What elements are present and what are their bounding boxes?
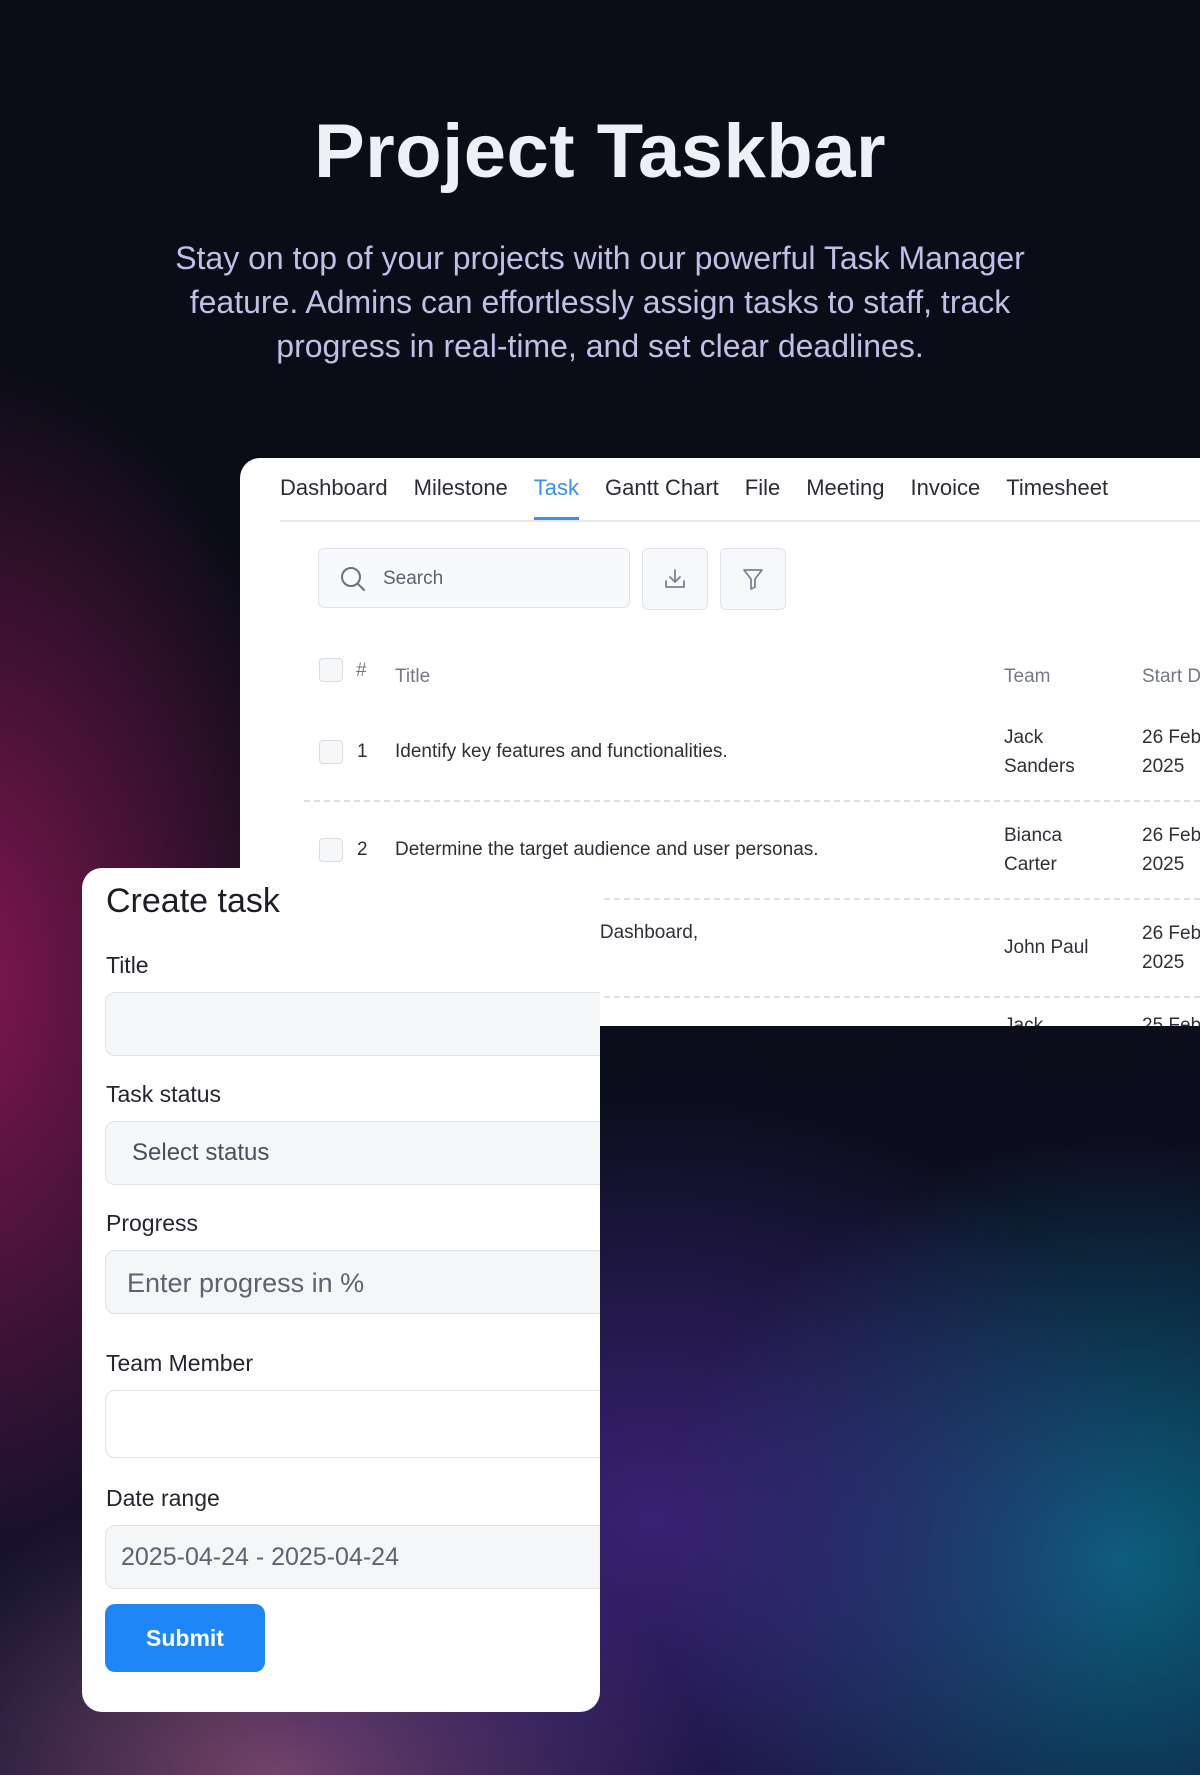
task-team: Jack Sanders (1004, 723, 1075, 781)
task-title: Determine the target audience and user p… (395, 839, 819, 860)
row-number: 1 (357, 741, 368, 762)
tab-meeting[interactable]: Meeting (806, 475, 884, 520)
date-range-field[interactable]: 2025-04-24 - 2025-04-24 (105, 1525, 600, 1589)
date-line: 26 Feb (1142, 825, 1200, 846)
page-subtitle: Stay on top of your projects with our po… (120, 236, 1080, 368)
date-range-value: 2025-04-24 - 2025-04-24 (121, 1543, 399, 1571)
team-line: Bianca (1004, 825, 1063, 846)
title-label: Title (106, 952, 149, 978)
task-status-label: Task status (106, 1081, 222, 1107)
task-team: Jack (1004, 1015, 1044, 1026)
col-header-team[interactable]: Team (1004, 666, 1050, 688)
date-line: 26 Feb (1142, 923, 1200, 944)
task-title: Identify key features and functionalitie… (395, 741, 728, 762)
tab-dashboard[interactable]: Dashboard (280, 475, 388, 520)
date-line: 2025 (1142, 756, 1185, 777)
filter-button[interactable] (720, 548, 786, 610)
project-tabs: Dashboard Milestone Task Gantt Chart Fil… (280, 458, 1200, 522)
progress-placeholder: Enter progress in % (127, 1268, 365, 1298)
tab-file[interactable]: File (745, 475, 780, 520)
tab-gantt-chart[interactable]: Gantt Chart (605, 475, 719, 520)
subtitle-line: progress in real-time, and set clear dea… (276, 328, 924, 364)
submit-button[interactable]: Submit (105, 1604, 265, 1672)
date-range-label: Date range (106, 1485, 220, 1511)
date-line: 2025 (1142, 952, 1185, 973)
title-field[interactable] (105, 992, 600, 1056)
row-checkbox[interactable] (319, 838, 343, 862)
card-title: Create task (106, 882, 280, 920)
task-team: John Paul (1004, 937, 1089, 958)
team-line: Carter (1004, 854, 1057, 875)
team-line: Jack (1004, 727, 1044, 748)
team-member-field[interactable] (105, 1390, 600, 1458)
search-icon (341, 567, 365, 591)
task-start-date: 26 Feb 2025 (1142, 919, 1200, 977)
download-icon (665, 569, 685, 588)
task-start-date: 26 Feb 2025 (1142, 821, 1200, 879)
row-checkbox[interactable] (319, 740, 343, 764)
tab-timesheet[interactable]: Timesheet (1006, 475, 1108, 520)
task-start-date: 25 Feb (1142, 1015, 1200, 1026)
page-title: Project Taskbar (313, 109, 887, 194)
progress-field[interactable]: Enter progress in % (105, 1250, 600, 1314)
task-status-select[interactable]: Select status (105, 1121, 600, 1185)
date-line: 26 Feb (1142, 727, 1200, 748)
row-divider (304, 800, 1200, 802)
task-start-date: 26 Feb 2025 (1142, 723, 1200, 781)
date-line: 2025 (1142, 854, 1185, 875)
search-input[interactable] (381, 563, 615, 595)
progress-label: Progress (106, 1210, 199, 1236)
team-line: Sanders (1004, 756, 1075, 777)
subtitle-line: feature. Admins can effortlessly assign … (189, 284, 1011, 320)
create-task-card: Create task Title Task status Select sta… (82, 868, 600, 1712)
tab-task[interactable]: Task (533, 475, 580, 520)
subtitle-line: Stay on top of your projects with our po… (175, 240, 1025, 276)
team-member-label: Team Member (106, 1350, 253, 1376)
select-all-checkbox[interactable] (319, 658, 343, 682)
download-button[interactable] (642, 548, 708, 610)
search-box (318, 548, 630, 608)
col-header-title[interactable]: Title (395, 666, 430, 688)
col-header-start-date[interactable]: Start D (1142, 666, 1200, 688)
row-number: 2 (357, 839, 368, 860)
tab-invoice[interactable]: Invoice (911, 475, 981, 520)
task-team: Bianca Carter (1004, 821, 1062, 879)
task-status-value: Select status (132, 1139, 270, 1166)
col-header-number: # (356, 660, 367, 681)
filter-icon (743, 569, 763, 590)
tab-milestone[interactable]: Milestone (414, 475, 508, 520)
